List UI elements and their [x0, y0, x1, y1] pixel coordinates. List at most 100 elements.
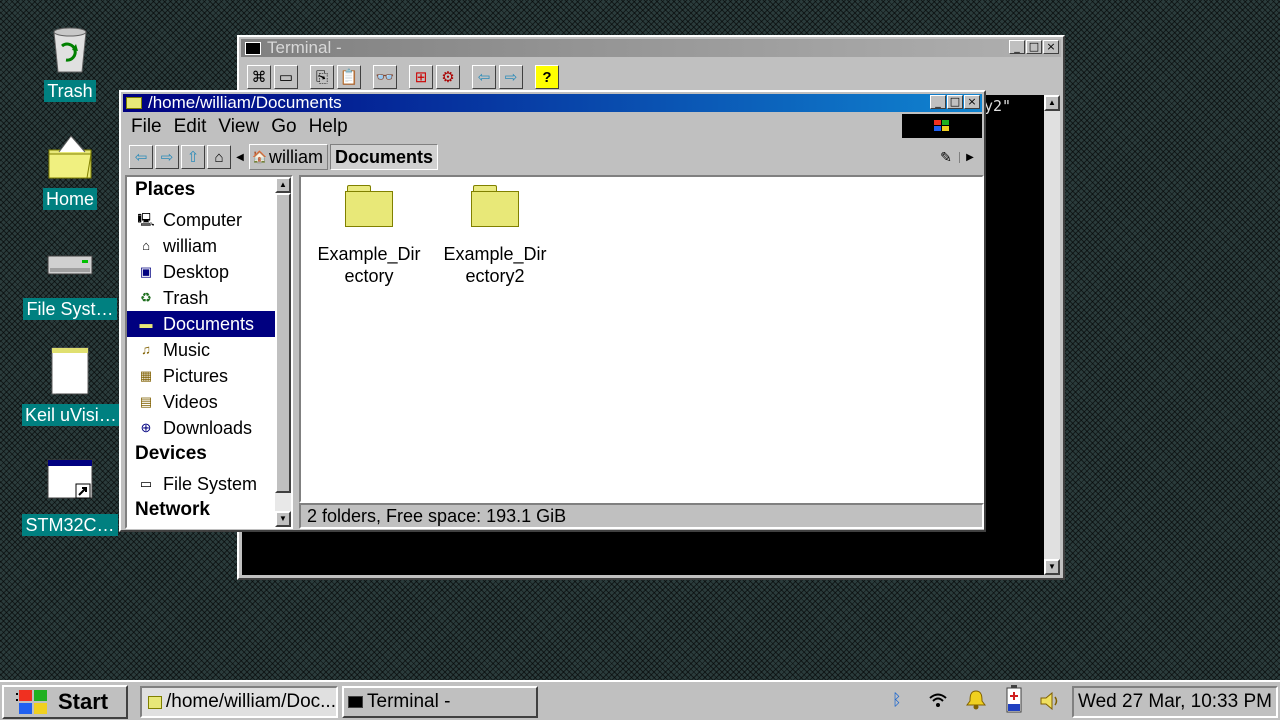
menu-edit[interactable]: Edit: [168, 114, 213, 140]
desktop-icon-stm32[interactable]: STM32C…: [22, 456, 118, 541]
sidebar-item-label: Desktop: [163, 262, 230, 282]
trash-icon: ♻: [140, 290, 152, 305]
document-icon: [51, 347, 89, 395]
find-icon[interactable]: 👓: [373, 65, 397, 89]
home-folder-icon: 🏠: [252, 150, 267, 164]
terminal-text: y2": [984, 97, 1012, 115]
terminal-scrollbar[interactable]: ▲ ▼: [1044, 95, 1060, 575]
menubar: File Edit View Go Help: [125, 114, 354, 140]
taskbar-item-file-manager[interactable]: /home/william/Doc...: [140, 686, 338, 718]
volume-icon[interactable]: [1038, 689, 1062, 713]
close-button[interactable]: ×: [964, 95, 980, 109]
minimize-button[interactable]: _: [1009, 40, 1025, 54]
sidebar-item-label: Downloads: [163, 418, 253, 438]
clock[interactable]: Wed 27 Mar, 10:33 PM: [1072, 686, 1278, 718]
status-text: 2 folders, Free space: 193.1 GiB: [307, 506, 567, 526]
path-scroll-left-icon[interactable]: ◀: [233, 152, 247, 163]
forward-icon[interactable]: ⇨: [155, 145, 179, 169]
scroll-up-button[interactable]: ▲: [275, 177, 291, 193]
sidebar-item-william[interactable]: ⌂ william: [137, 233, 217, 259]
throbber: [902, 114, 982, 138]
minimize-button[interactable]: _: [930, 95, 946, 109]
sidebar-item-trash[interactable]: ♻ Trash: [137, 285, 208, 311]
devices-heading: Devices: [135, 443, 207, 464]
taskbar-item-terminal[interactable]: Terminal -: [342, 686, 538, 718]
file-manager-window[interactable]: /home/william/Documents _ □ × File Edit …: [119, 90, 986, 532]
sidebar-item-filesystem[interactable]: ▭ File System: [137, 471, 257, 497]
sidebar-item-label: Videos: [163, 392, 218, 412]
documents-icon: ▬: [139, 316, 153, 331]
folder-name-line2: ectory2: [465, 266, 525, 286]
folder-icon: [345, 185, 401, 229]
copy-icon[interactable]: ⎘: [310, 65, 334, 89]
sidebar-item-desktop[interactable]: ▣ Desktop: [137, 259, 229, 285]
sidebar-item-videos[interactable]: ▤ Videos: [137, 389, 218, 415]
home-icon[interactable]: ⌂: [207, 145, 231, 169]
folder-icon: [126, 97, 142, 109]
sidebar-item-label: Computer: [163, 210, 243, 230]
up-icon[interactable]: ⇧: [181, 145, 205, 169]
scroll-down-button[interactable]: ▼: [1044, 559, 1060, 575]
edit-location-icon[interactable]: ✎: [935, 149, 957, 166]
scroll-thumb[interactable]: [275, 193, 291, 493]
file-manager-titlebar[interactable]: /home/william/Documents _ □ ×: [123, 93, 982, 112]
folder-item[interactable]: Example_Dir ectory2: [433, 185, 557, 286]
desktop-icon-label: Home: [42, 188, 97, 210]
previous-tab-icon[interactable]: ⇦: [472, 65, 496, 89]
battery-icon[interactable]: [1004, 684, 1024, 714]
status-bar: 2 folders, Free space: 193.1 GiB: [299, 503, 984, 529]
maximize-button[interactable]: □: [1026, 40, 1042, 54]
sidebar-item-computer[interactable]: 🖳 Computer: [137, 207, 242, 233]
bluetooth-icon[interactable]: ᛒ: [892, 690, 902, 709]
desktop-icon-label: STM32C…: [22, 514, 118, 536]
pictures-icon: ▦: [139, 368, 153, 383]
paste-icon[interactable]: 📋: [337, 65, 361, 89]
desktop-icon-trash[interactable]: Trash: [22, 22, 118, 107]
home-icon: ⌂: [142, 238, 150, 253]
help-icon[interactable]: ?: [535, 65, 559, 89]
menu-help[interactable]: Help: [303, 114, 354, 140]
start-button[interactable]: Start: [2, 685, 128, 719]
folder-name-line2: ectory: [344, 266, 394, 286]
terminal-icon: [348, 696, 363, 708]
taskbar-item-label: /home/william/Doc...: [166, 691, 336, 712]
path-scroll-right-icon[interactable]: ▶: [959, 151, 980, 163]
menu-go[interactable]: Go: [265, 114, 302, 140]
new-tab-icon[interactable]: ⌘: [247, 65, 271, 89]
desktop-icon-home[interactable]: Home: [22, 130, 118, 215]
desktop-icon-label: File Syst…: [23, 298, 117, 320]
desktop-icon-keil[interactable]: Keil uVisi…: [22, 346, 120, 431]
desktop-icon-filesystem[interactable]: File Syst…: [22, 240, 118, 325]
preferences-icon[interactable]: ⚙: [436, 65, 460, 89]
computer-icon: 🖳: [137, 212, 155, 227]
terminal-titlebar[interactable]: Terminal - _ □ ×: [241, 38, 1061, 57]
notification-bell-icon[interactable]: [964, 688, 988, 712]
desktop-icon-label: Trash: [44, 80, 96, 102]
close-button[interactable]: ×: [1043, 40, 1059, 54]
drive-icon: ▭: [139, 476, 153, 491]
sidebar-scrollbar[interactable]: ▲ ▼: [275, 177, 291, 527]
folder-item[interactable]: Example_Dir ectory: [307, 185, 431, 286]
sidebar-item-downloads[interactable]: ⊕ Downloads: [137, 415, 253, 441]
taskbar: Start /home/william/Doc... Terminal - ᛒ …: [0, 680, 1280, 720]
sidebar-item-pictures[interactable]: ▦ Pictures: [137, 363, 228, 389]
path-button-documents[interactable]: Documents: [329, 144, 438, 170]
file-view[interactable]: Example_Dir ectory Example_Dir ectory2: [299, 175, 984, 503]
sidebar-item-label: Documents: [163, 314, 255, 334]
sidebar-item-documents[interactable]: ▬ Documents: [137, 311, 255, 337]
path-button-william[interactable]: 🏠 william: [249, 144, 328, 170]
maximize-button[interactable]: □: [947, 95, 963, 109]
path-label-documents: Documents: [334, 146, 433, 167]
terminal-window-icon: [245, 41, 261, 55]
sidebar-item-music[interactable]: ♫ Music: [137, 337, 210, 363]
menu-view[interactable]: View: [212, 114, 265, 140]
scroll-down-button[interactable]: ▼: [275, 511, 291, 527]
menu-file[interactable]: File: [125, 114, 168, 140]
path-label-william: william: [268, 146, 323, 167]
next-tab-icon[interactable]: ⇨: [499, 65, 523, 89]
scroll-up-button[interactable]: ▲: [1044, 95, 1060, 111]
wifi-icon[interactable]: [928, 692, 948, 710]
back-icon[interactable]: ⇦: [129, 145, 153, 169]
new-window-icon[interactable]: ▭: [274, 65, 298, 89]
fullscreen-icon[interactable]: ⊞: [409, 65, 433, 89]
